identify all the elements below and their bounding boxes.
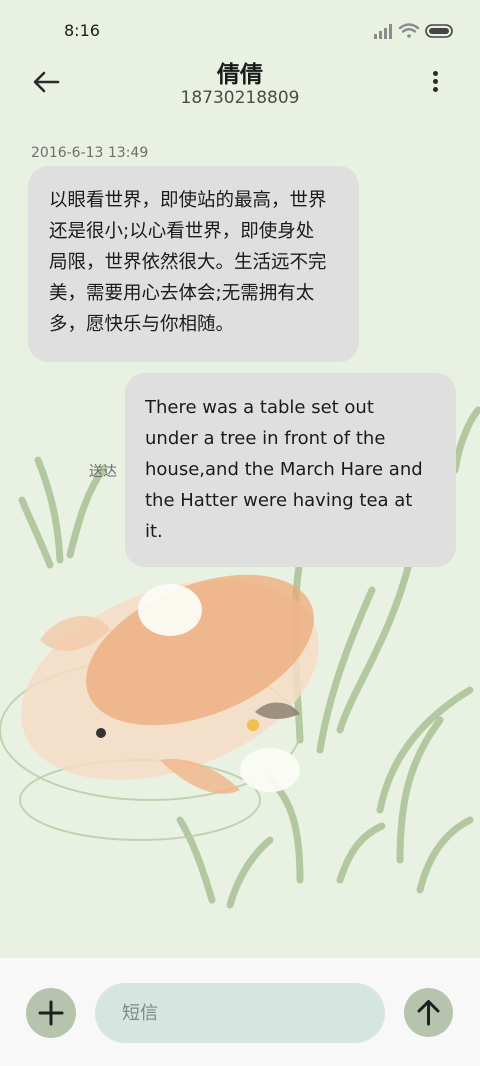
message-line: it. [145, 521, 163, 542]
plus-icon [38, 1000, 64, 1026]
more-options-button[interactable] [422, 66, 450, 98]
status-time: 8:16 [64, 21, 100, 40]
more-vertical-icon-dot [433, 71, 438, 76]
message-line: the Hatter were having tea at [145, 490, 413, 511]
message-line: 以眼看世界，即使站的最高，世界 [49, 190, 327, 211]
message-line: 多，愿快乐与你相随。 [49, 314, 235, 335]
contact-number: 18730218809 [180, 88, 300, 108]
send-button[interactable] [404, 988, 453, 1037]
message-timestamp: 2016-6-13 13:49 [31, 145, 149, 161]
more-vertical-icon-dot [433, 79, 438, 84]
outgoing-message-bubble[interactable]: There was a table set out under a tree i… [125, 373, 456, 567]
message-line: There was a table set out [145, 397, 374, 418]
delivery-status: 送达 [89, 464, 117, 480]
message-input[interactable] [95, 983, 385, 1043]
message-line: 美，需要用心去体会;无需拥有太 [49, 283, 315, 304]
message-line: house,and the March Hare and [145, 459, 423, 480]
message-line: 局限，世界依然很大。生活远不完 [49, 252, 327, 273]
battery-icon [425, 24, 453, 38]
signal-icon [374, 24, 392, 39]
message-line: 还是很小;以心看世界，即使身处 [49, 221, 315, 242]
more-vertical-icon-dot [433, 87, 438, 92]
add-attachment-button[interactable] [26, 988, 76, 1038]
message-line: under a tree in front of the [145, 428, 386, 449]
incoming-message-bubble[interactable]: 以眼看世界，即使站的最高，世界 还是很小;以心看世界，即使身处 局限，世界依然很… [28, 166, 359, 362]
contact-name: 倩倩 [217, 62, 263, 88]
status-bar: 8:16 [0, 0, 480, 60]
wifi-icon [398, 23, 420, 38]
send-arrow-up-icon [417, 1000, 440, 1026]
status-icons [374, 23, 453, 39]
